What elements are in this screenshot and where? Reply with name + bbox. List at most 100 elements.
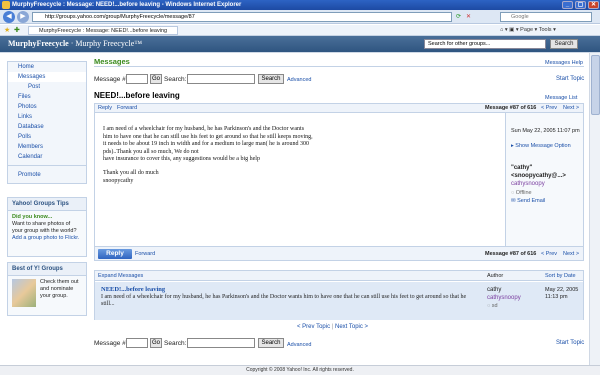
best-of-text[interactable]: Check them out and nominate your group. <box>40 279 82 300</box>
google-search-field[interactable]: Google <box>500 12 592 22</box>
sidebar-nav: Home Messages Post Files Photos Links Da… <box>7 61 87 184</box>
offline-label: Offline <box>515 190 532 196</box>
sidebar-item-calendar[interactable]: Calendar <box>8 152 86 162</box>
message-number-label-bottom: Message # <box>94 340 126 347</box>
back-icon[interactable]: ◀ <box>3 11 15 23</box>
message-toolbar: Reply Forward Message #87 of 616 < Prev … <box>95 104 583 113</box>
advanced-search-link[interactable]: Advanced <box>287 77 311 83</box>
tips-text: Want to share photos of your group with … <box>12 221 77 234</box>
browser-tab[interactable]: MurphyFreecycle : Message: NEED!...befor… <box>28 26 178 35</box>
sidebar-item-members[interactable]: Members <box>8 142 86 152</box>
next-message-link[interactable]: Next > <box>563 105 579 111</box>
sender-email: <snoopycathy@...> <box>511 173 566 179</box>
thread-subject-link[interactable]: NEED!...before leaving <box>101 286 165 293</box>
start-topic-link-bottom[interactable]: Start Topic <box>556 340 584 346</box>
message-number-input-bottom[interactable] <box>126 338 148 348</box>
sidebar-item-post[interactable]: Post <box>8 82 86 92</box>
message-sidebar: Sun May 22, 2005 11:07 pm ▸ Show Message… <box>505 113 583 246</box>
search-label: Search: <box>164 76 187 83</box>
message-number-input[interactable] <box>126 74 148 84</box>
prev-message-link-bottom[interactable]: < Prev <box>541 251 557 257</box>
maximize-button[interactable]: ▢ <box>575 1 586 9</box>
send-email-link[interactable]: ✉ Send Email <box>511 198 545 204</box>
prev-message-link[interactable]: < Prev <box>541 105 557 111</box>
tab-bar: ★ ✚ MurphyFreecycle : Message: NEED!...b… <box>0 25 600 36</box>
author-column-header: Author <box>487 273 504 279</box>
favorites-star-icon[interactable]: ★ <box>4 26 10 34</box>
groups-promo-image[interactable] <box>12 279 36 307</box>
group-brand[interactable]: MurphyFreecycle · Murphy Freecycle™ <box>8 39 142 48</box>
thread-header: Expand Messages Author Sort by Date <box>95 271 583 281</box>
command-bar[interactable]: ⌂ ▾ ▣ ▾ Page ▾ Tools ▾ <box>500 26 556 35</box>
tips-flickr-link[interactable]: Add a group photo to Flickr. <box>12 235 79 241</box>
sender-id-link[interactable]: cathysnoopy <box>511 181 545 187</box>
minimize-button[interactable]: _ <box>562 1 573 9</box>
sidebar-item-photos[interactable]: Photos <box>8 102 86 112</box>
group-search-input[interactable]: Search for other groups... <box>424 39 546 49</box>
vertical-scrollbar[interactable] <box>589 53 600 365</box>
thread-author: cathy <box>487 287 502 293</box>
ie-icon <box>2 1 10 9</box>
forward-link-bottom[interactable]: Forward <box>135 251 155 257</box>
tips-did-you-know: Did you know... <box>12 214 53 220</box>
message-footer: Reply Forward Message #87 of 616 < Prev … <box>95 246 583 260</box>
thread-author-status: ◌ sd <box>487 303 498 309</box>
section-title: Messages <box>94 57 130 66</box>
go-button-bottom[interactable]: Go <box>150 338 162 348</box>
search-label-bottom: Search: <box>164 340 187 347</box>
reply-link[interactable]: Reply <box>98 105 112 111</box>
group-name[interactable]: MurphyFreecycle <box>8 39 69 48</box>
next-topic-link[interactable]: Next Topic > <box>335 324 368 330</box>
reply-button[interactable]: Reply <box>98 249 132 259</box>
author-status-label: sd <box>491 303 498 309</box>
expand-messages-link[interactable]: Expand Messages <box>98 273 143 279</box>
sidebar-item-database[interactable]: Database <box>8 122 86 132</box>
message-list-link[interactable]: Message List <box>545 95 577 101</box>
close-button[interactable]: ✕ <box>588 1 599 9</box>
sidebar-item-messages[interactable]: Messages <box>8 72 86 82</box>
message-counter-bottom: Message #87 of 616 <box>485 251 537 257</box>
sender-name: "cathy" <box>511 165 533 171</box>
sidebar-item-links[interactable]: Links <box>8 112 86 122</box>
stop-icon[interactable]: ✕ <box>466 13 471 20</box>
page-footer: Copyright © 2008 Yahoo! Inc. All rights … <box>0 365 600 375</box>
thread-author-id[interactable]: cathysnoopy <box>487 295 521 301</box>
message-title: NEED!...before leaving <box>94 91 180 100</box>
tips-box: Yahoo! Groups Tips Did you know... Want … <box>7 197 87 257</box>
message-search-button-bottom[interactable]: Search <box>258 338 284 348</box>
address-bar: ◀ ▶ http://groups.yahoo.com/group/Murphy… <box>0 10 600 24</box>
sidebar-item-files[interactable]: Files <box>8 92 86 102</box>
advanced-search-link-bottom[interactable]: Advanced <box>287 342 311 348</box>
scrollbar-thumb[interactable] <box>591 55 600 115</box>
message-date: Sun May 22, 2005 11:07 pm <box>511 128 580 134</box>
body-line: I am need of a wheelchair for my husband… <box>103 126 313 155</box>
topic-pager: < Prev Topic | Next Topic > <box>297 324 369 330</box>
sidebar-item-polls[interactable]: Polls <box>8 132 86 142</box>
show-message-option[interactable]: ▸ Show Message Option <box>511 143 571 149</box>
group-header: MurphyFreecycle · Murphy Freecycle™ Sear… <box>0 36 600 53</box>
add-favorite-icon[interactable]: ✚ <box>14 26 20 34</box>
message-search-input-bottom[interactable] <box>187 338 255 348</box>
thread-date: May 22, 2005 <box>545 287 579 293</box>
forward-link[interactable]: Forward <box>117 105 137 111</box>
url-field[interactable]: http://groups.yahoo.com/group/MurphyFree… <box>32 12 452 22</box>
best-of-title: Best of Y! Groups <box>8 263 86 276</box>
next-message-link-bottom[interactable]: Next > <box>563 251 579 257</box>
message-search-button[interactable]: Search <box>258 74 284 84</box>
go-button[interactable]: Go <box>150 74 162 84</box>
thread-time: 11:13 pm <box>545 294 568 300</box>
sidebar-item-home[interactable]: Home <box>8 62 86 72</box>
group-search-button[interactable]: Search <box>550 39 578 49</box>
message-panel: Reply Forward Message #87 of 616 < Prev … <box>94 103 584 261</box>
forward-icon[interactable]: ▶ <box>17 11 29 23</box>
tips-title: Yahoo! Groups Tips <box>8 198 86 211</box>
sidebar-item-promote[interactable]: Promote <box>8 170 86 180</box>
thread-panel: Expand Messages Author Sort by Date NEED… <box>94 270 584 320</box>
thread-row[interactable]: NEED!...before leaving I am need of a wh… <box>95 282 583 320</box>
start-topic-link[interactable]: Start Topic <box>556 76 584 82</box>
message-search-input[interactable] <box>187 74 255 84</box>
show-option-label: Show Message Option <box>515 143 571 149</box>
sort-by-date-link[interactable]: Sort by Date <box>545 273 576 279</box>
refresh-icon[interactable]: ⟳ <box>456 13 461 20</box>
prev-topic-link[interactable]: < Prev Topic <box>297 324 330 330</box>
